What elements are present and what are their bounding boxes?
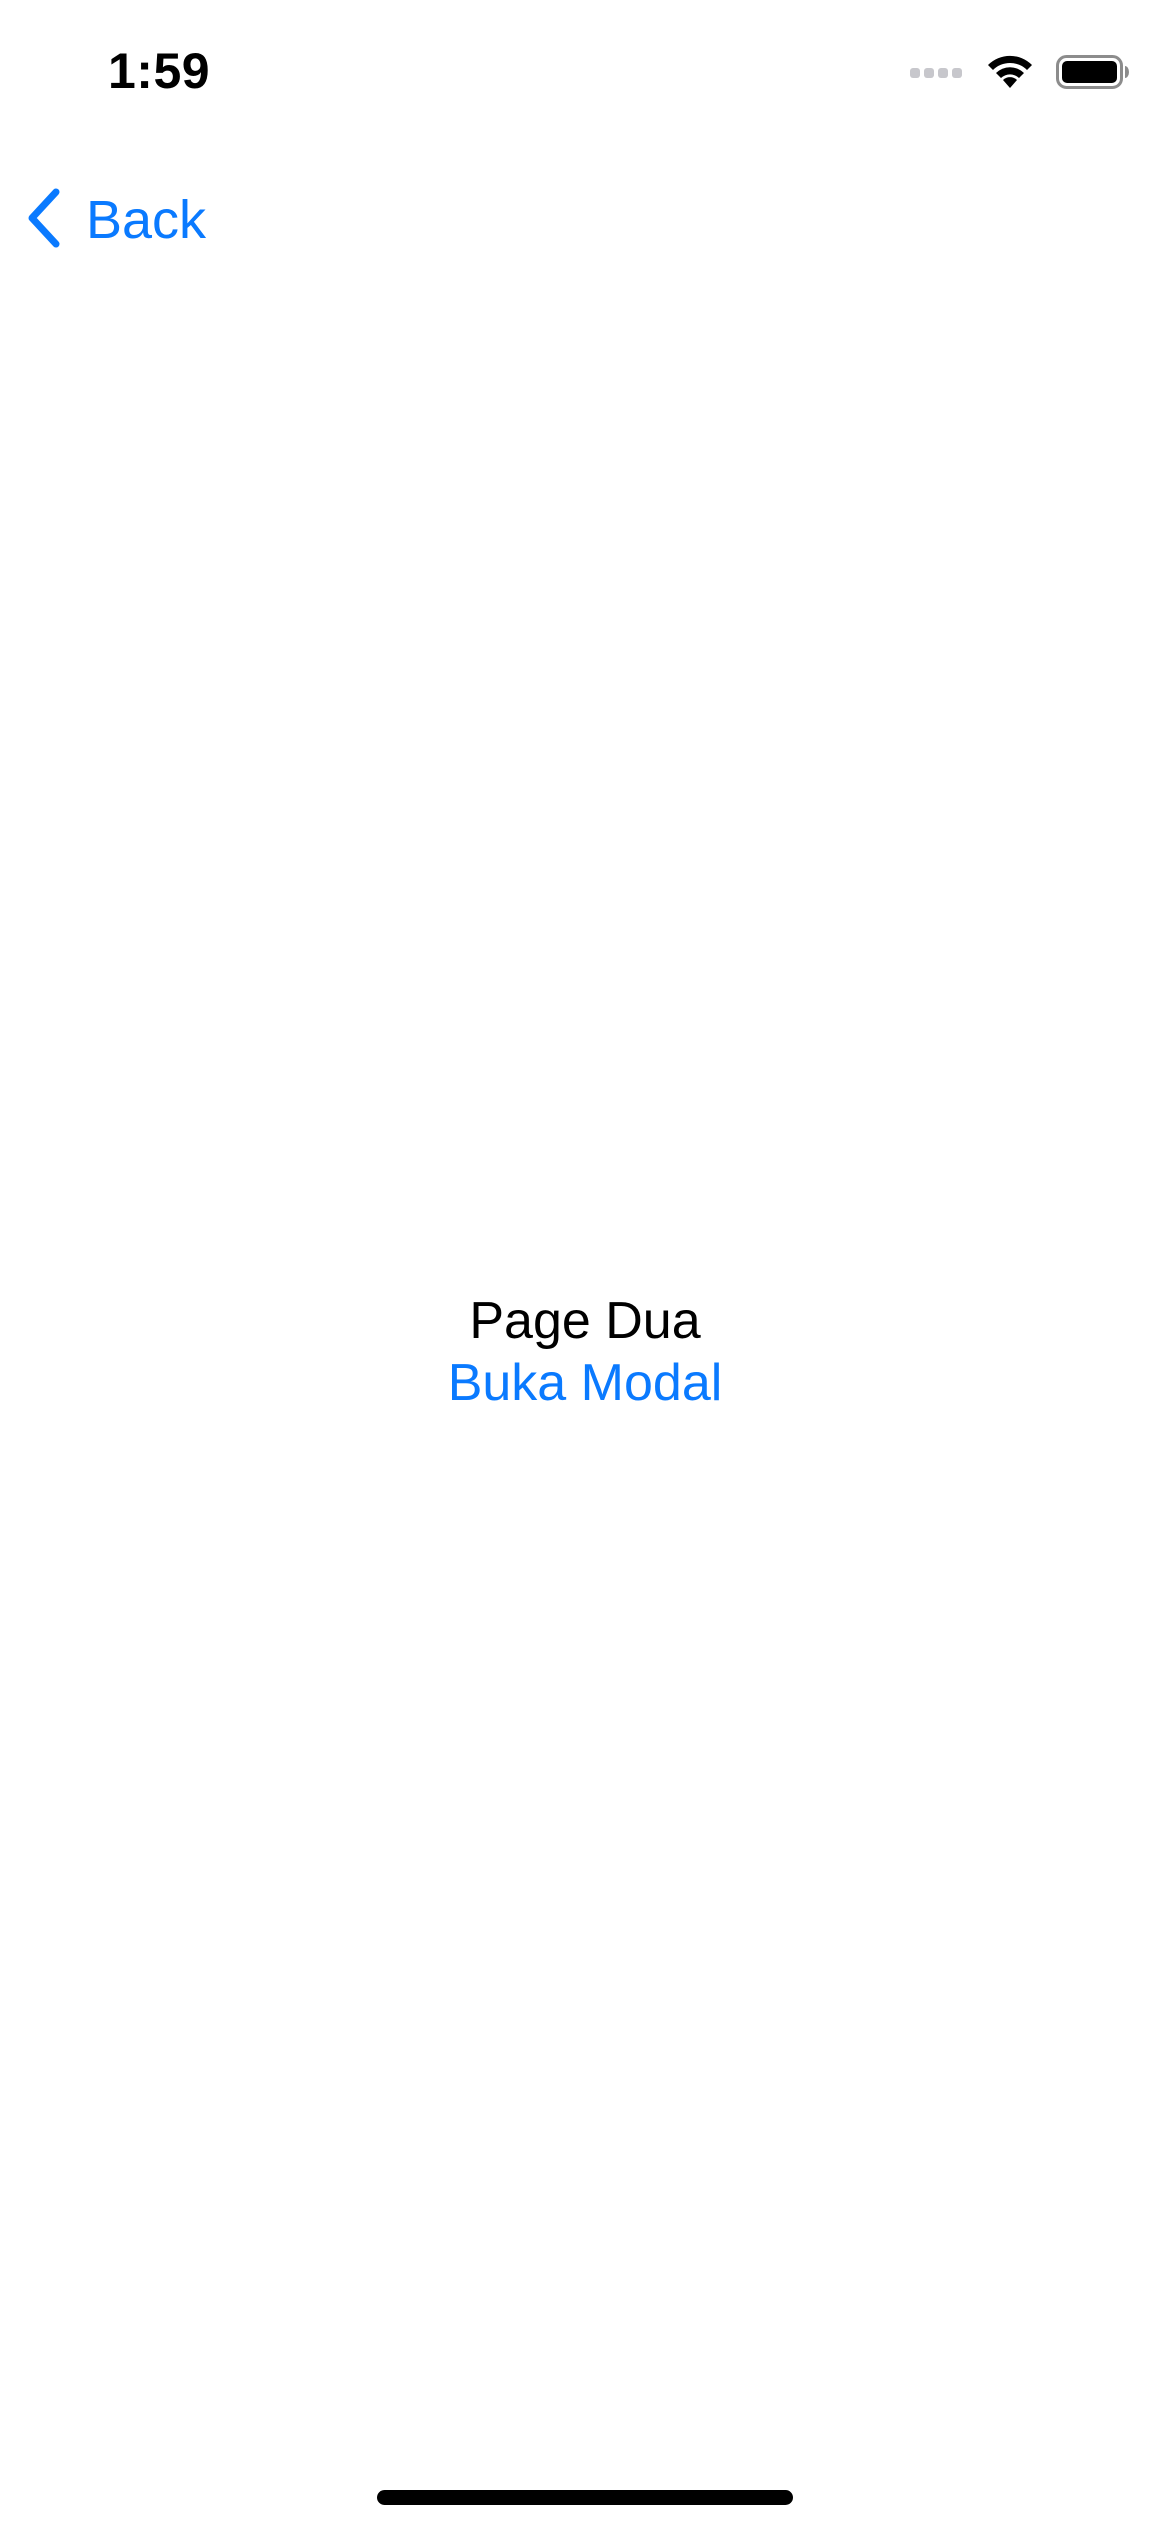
open-modal-button[interactable]: Buka Modal bbox=[448, 1352, 723, 1414]
main-content: Page Dua Buka Modal bbox=[0, 1290, 1170, 1414]
back-button[interactable]: Back bbox=[24, 176, 206, 264]
battery-icon bbox=[1056, 54, 1130, 95]
page-title: Page Dua bbox=[469, 1292, 701, 1350]
wifi-icon bbox=[984, 52, 1036, 97]
status-time: 1:59 bbox=[108, 43, 211, 99]
cellular-signal-icon bbox=[910, 64, 964, 85]
home-indicator[interactable] bbox=[377, 2490, 793, 2505]
navigation-bar: Back bbox=[0, 160, 1170, 280]
chevron-left-icon bbox=[24, 186, 64, 255]
back-button-label: Back bbox=[86, 190, 207, 250]
status-bar: 1:59 bbox=[0, 0, 1170, 140]
status-icons bbox=[910, 52, 1130, 96]
